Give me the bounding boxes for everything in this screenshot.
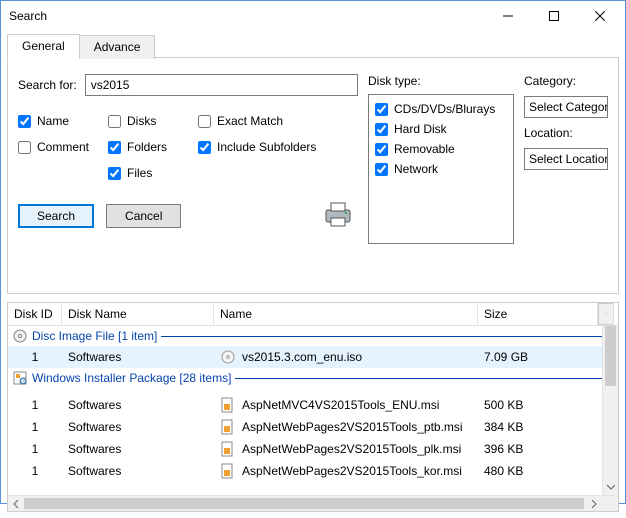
table-row[interactable]: 1 Softwares AspNetWebPages2VS2015Tools_k…: [8, 460, 618, 482]
scrollbar-thumb[interactable]: [605, 326, 616, 386]
maximize-button[interactable]: [531, 1, 577, 31]
disk-type-network[interactable]: Network: [375, 159, 507, 179]
category-select[interactable]: Select Category: [524, 96, 608, 118]
checkbox-disks[interactable]: Disks: [108, 108, 198, 134]
disk-type-listbox[interactable]: CDs/DVDs/Blurays Hard Disk Removable Net…: [368, 94, 514, 244]
search-for-label: Search for:: [18, 78, 77, 92]
msi-file-icon: [220, 441, 236, 457]
col-name[interactable]: Name: [214, 303, 478, 325]
disk-type-hard-disk[interactable]: Hard Disk: [375, 119, 507, 139]
results-grid: Disk ID Disk Name Name Size Disc Image F…: [7, 302, 619, 512]
tab-advance[interactable]: Advance: [79, 35, 156, 59]
category-label: Category:: [524, 74, 608, 88]
checkbox-folders[interactable]: Folders: [108, 134, 198, 160]
table-row[interactable]: 1 Softwares AspNetWebPages2VS2015Tools_p…: [8, 438, 618, 460]
msi-file-icon: [220, 419, 236, 435]
iso-file-icon: [220, 349, 236, 365]
disc-image-icon: [12, 328, 28, 344]
group-msi[interactable]: Windows Installer Package [28 items]: [8, 368, 618, 388]
group-disc-image[interactable]: Disc Image File [1 item]: [8, 326, 618, 346]
col-disk-id[interactable]: Disk ID: [8, 303, 62, 325]
checkbox-name[interactable]: Name: [18, 108, 108, 134]
cancel-button[interactable]: Cancel: [106, 204, 181, 228]
tab-bar: General Advance: [7, 33, 619, 58]
msi-package-icon: [12, 370, 28, 386]
location-label: Location:: [524, 126, 608, 140]
checkbox-include-subfolders[interactable]: Include Subfolders: [198, 134, 358, 160]
grid-header: Disk ID Disk Name Name Size: [8, 303, 618, 326]
table-row[interactable]: 1 Softwares AspNetMVC4VS2015Tools_ENU.ms…: [8, 394, 618, 416]
location-select[interactable]: Select Location: [524, 148, 608, 170]
table-row[interactable]: 1 Softwares AspNetWebPages2VS2015Tools_p…: [8, 416, 618, 438]
checkbox-comment[interactable]: Comment: [18, 134, 108, 160]
col-size[interactable]: Size: [478, 303, 598, 325]
scroll-down-arrow[interactable]: [603, 479, 618, 495]
disk-type-removable[interactable]: Removable: [375, 139, 507, 159]
vertical-scrollbar[interactable]: [602, 326, 618, 495]
close-button[interactable]: [577, 1, 623, 31]
msi-file-icon: [220, 397, 236, 413]
titlebar[interactable]: Search: [1, 1, 625, 31]
checkbox-files[interactable]: Files: [108, 160, 198, 186]
checkbox-exact-match[interactable]: Exact Match: [198, 108, 358, 134]
printer-icon[interactable]: [322, 200, 354, 231]
window-title: Search: [9, 9, 47, 23]
tab-general[interactable]: General: [7, 34, 80, 58]
col-disk-name[interactable]: Disk Name: [62, 303, 214, 325]
disk-type-label: Disk type:: [368, 74, 514, 88]
disk-type-cds[interactable]: CDs/DVDs/Blurays: [375, 99, 507, 119]
scroll-up-arrow[interactable]: [598, 303, 614, 325]
search-button[interactable]: Search: [18, 204, 94, 228]
horizontal-scrollbar[interactable]: [8, 495, 618, 511]
minimize-button[interactable]: [485, 1, 531, 31]
table-row[interactable]: 1 Softwares vs2015.3.com_enu.iso 7.09 GB: [8, 346, 618, 368]
msi-file-icon: [220, 463, 236, 479]
search-input[interactable]: [85, 74, 358, 96]
search-panel: Search for: Name Disks Exact Match Comme…: [7, 58, 619, 294]
